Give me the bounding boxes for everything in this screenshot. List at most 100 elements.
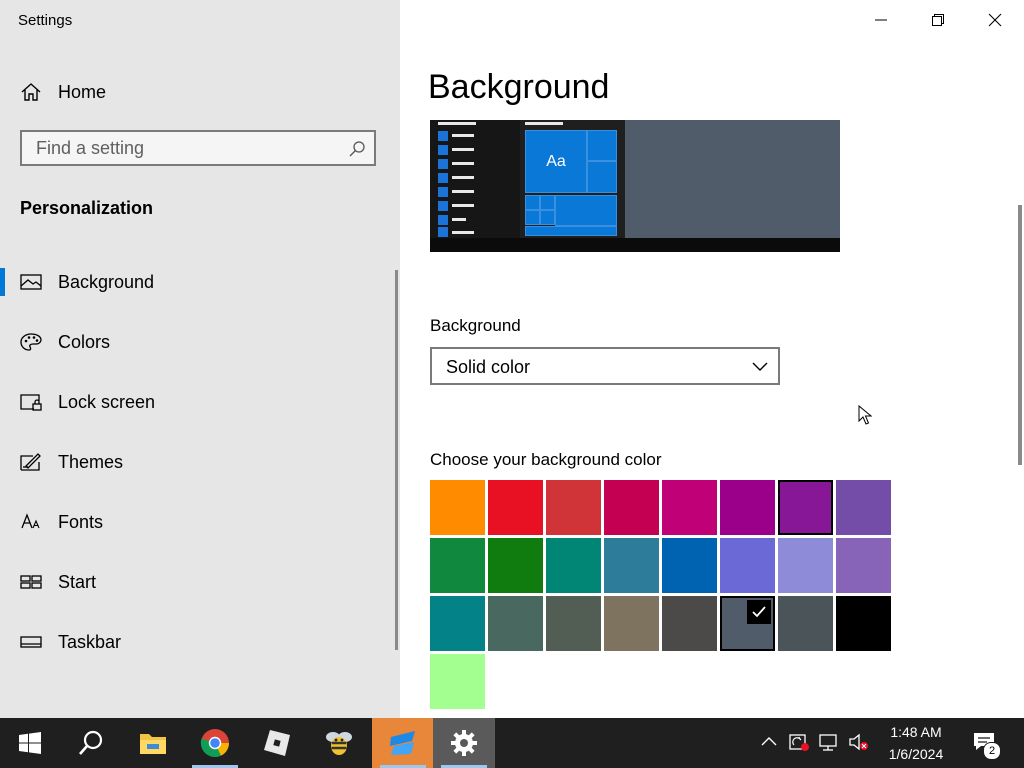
sidebar-scrollbar[interactable] <box>395 270 398 650</box>
app-title: Settings <box>18 12 73 29</box>
sidebar-item-lock-screen[interactable]: Lock screen <box>0 382 400 422</box>
file-explorer-button[interactable] <box>122 718 184 768</box>
clock-date[interactable]: 1/6/2024 <box>884 746 948 762</box>
themes-icon <box>20 453 41 471</box>
color-swatch-grid <box>430 480 900 720</box>
color-swatch[interactable] <box>720 480 775 535</box>
windows-start-icon <box>19 732 41 754</box>
volume-muted-icon[interactable] <box>848 732 870 752</box>
home-icon <box>21 83 41 101</box>
sidebar-item-label: Lock screen <box>58 392 156 412</box>
taskbar-icon <box>20 636 42 648</box>
color-swatch[interactable] <box>488 538 543 593</box>
chevron-down-icon <box>752 362 768 371</box>
clock-time[interactable]: 1:48 AM <box>884 724 948 740</box>
preview-app-list <box>430 120 520 238</box>
color-swatch[interactable] <box>604 596 659 651</box>
sidebar-item-label: Taskbar <box>58 632 122 652</box>
fonts-icon <box>21 513 40 529</box>
minimize-icon <box>875 19 887 21</box>
taskbar-search-button[interactable] <box>60 718 122 768</box>
notification-count-badge: 2 <box>983 742 1001 760</box>
page-title: Background <box>428 68 610 106</box>
color-swatch[interactable] <box>836 480 891 535</box>
background-type-label: Background <box>430 316 521 335</box>
sidebar-item-fonts[interactable]: Fonts <box>0 502 400 542</box>
color-swatch[interactable] <box>836 538 891 593</box>
color-swatch[interactable] <box>778 480 833 535</box>
taskbar: 2 <box>0 718 1024 768</box>
color-swatch[interactable] <box>430 480 485 535</box>
color-swatch[interactable] <box>836 596 891 651</box>
chrome-button[interactable] <box>184 718 246 768</box>
search-input[interactable] <box>22 132 346 164</box>
color-swatch[interactable] <box>546 538 601 593</box>
color-swatch[interactable] <box>662 480 717 535</box>
restore-icon <box>932 14 944 26</box>
sidebar-item-start[interactable]: Start <box>0 562 400 602</box>
color-swatch[interactable] <box>662 596 717 651</box>
color-swatch[interactable] <box>662 538 717 593</box>
chrome-icon <box>200 729 229 757</box>
sidebar-item-label: Background <box>58 272 155 292</box>
color-swatch[interactable] <box>778 538 833 593</box>
bee-app-icon <box>326 732 352 755</box>
roblox-studio-icon <box>390 731 415 755</box>
color-swatch[interactable] <box>546 596 601 651</box>
search-icon <box>79 730 103 755</box>
search-box[interactable] <box>20 130 376 166</box>
roblox-studio-button[interactable] <box>372 718 434 768</box>
palette-icon <box>20 333 42 351</box>
home-nav-item[interactable]: Home <box>0 72 400 112</box>
close-button[interactable] <box>967 0 1023 40</box>
color-swatch[interactable] <box>488 596 543 651</box>
color-swatch[interactable] <box>720 596 775 651</box>
dropdown-value: Solid color <box>446 357 531 377</box>
chevron-up-icon[interactable] <box>760 732 778 750</box>
background-preview: Aa <box>430 120 840 252</box>
color-swatch[interactable] <box>604 480 659 535</box>
preview-tile: Aa <box>525 130 587 193</box>
color-swatch[interactable] <box>778 596 833 651</box>
sidebar-item-background[interactable]: Background <box>0 262 400 302</box>
preview-taskbar <box>430 238 840 252</box>
mouse-cursor-icon <box>858 405 872 425</box>
background-type-dropdown[interactable]: Solid color <box>430 347 780 385</box>
picture-icon <box>20 274 42 290</box>
background-color-label: Choose your background color <box>430 450 662 469</box>
color-swatch[interactable] <box>546 480 601 535</box>
color-swatch[interactable] <box>430 538 485 593</box>
sidebar-item-taskbar[interactable]: Taskbar <box>0 622 400 662</box>
sidebar-item-colors[interactable]: Colors <box>0 322 400 362</box>
minimize-button[interactable] <box>853 0 909 40</box>
roblox-button[interactable] <box>246 718 308 768</box>
sync-status-icon[interactable] <box>788 732 810 752</box>
sidebar: Settings Home Personalization Background… <box>0 0 400 718</box>
sidebar-item-label: Themes <box>58 452 124 472</box>
settings-gear-icon <box>451 730 477 756</box>
sidebar-item-label: Colors <box>58 332 111 352</box>
section-title: Personalization <box>20 198 154 218</box>
color-swatch[interactable] <box>488 480 543 535</box>
lock-screen-icon <box>20 394 42 411</box>
sidebar-item-label: Fonts <box>58 512 104 532</box>
network-icon[interactable] <box>818 732 840 752</box>
start-icon <box>20 575 42 589</box>
roblox-icon <box>264 730 290 756</box>
settings-taskbar-button[interactable] <box>433 718 495 768</box>
sidebar-item-label: Start <box>58 572 97 592</box>
main-scrollbar[interactable] <box>1018 205 1022 465</box>
close-icon <box>988 13 1002 27</box>
home-label: Home <box>58 82 107 102</box>
bee-app-button[interactable] <box>308 718 370 768</box>
start-button[interactable] <box>0 718 62 768</box>
search-icon[interactable] <box>348 140 366 158</box>
action-center-button[interactable]: 2 <box>960 718 1010 768</box>
restore-button[interactable] <box>910 0 966 40</box>
color-swatch[interactable] <box>430 596 485 651</box>
color-swatch[interactable] <box>604 538 659 593</box>
color-swatch[interactable] <box>720 538 775 593</box>
file-explorer-icon <box>140 734 166 754</box>
color-swatch[interactable] <box>430 654 485 709</box>
sidebar-item-themes[interactable]: Themes <box>0 442 400 482</box>
